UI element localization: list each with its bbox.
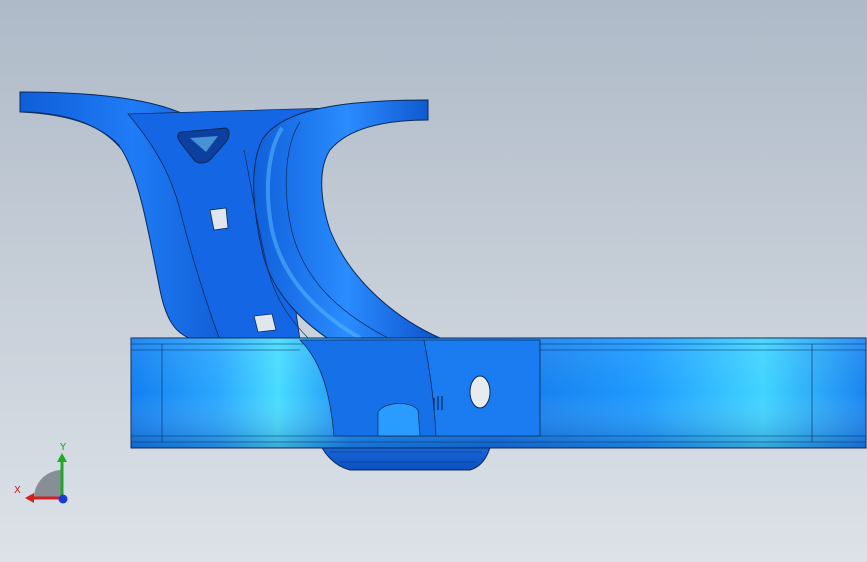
- graphics-viewport[interactable]: Y X: [0, 0, 867, 562]
- view-orientation-triad[interactable]: Y X: [12, 440, 74, 510]
- round-hole: [469, 375, 491, 409]
- y-axis-arrowhead: [57, 453, 67, 462]
- y-axis-label: Y: [60, 442, 67, 453]
- triad-quarter-disc: [34, 470, 62, 498]
- junction-pocket: [377, 403, 421, 437]
- z-axis-dot: [58, 494, 68, 504]
- x-axis-arrowhead: [25, 493, 34, 503]
- cad-model-crossmember[interactable]: [0, 0, 867, 562]
- x-axis-label: X: [14, 485, 21, 496]
- slot-lower: [253, 313, 277, 333]
